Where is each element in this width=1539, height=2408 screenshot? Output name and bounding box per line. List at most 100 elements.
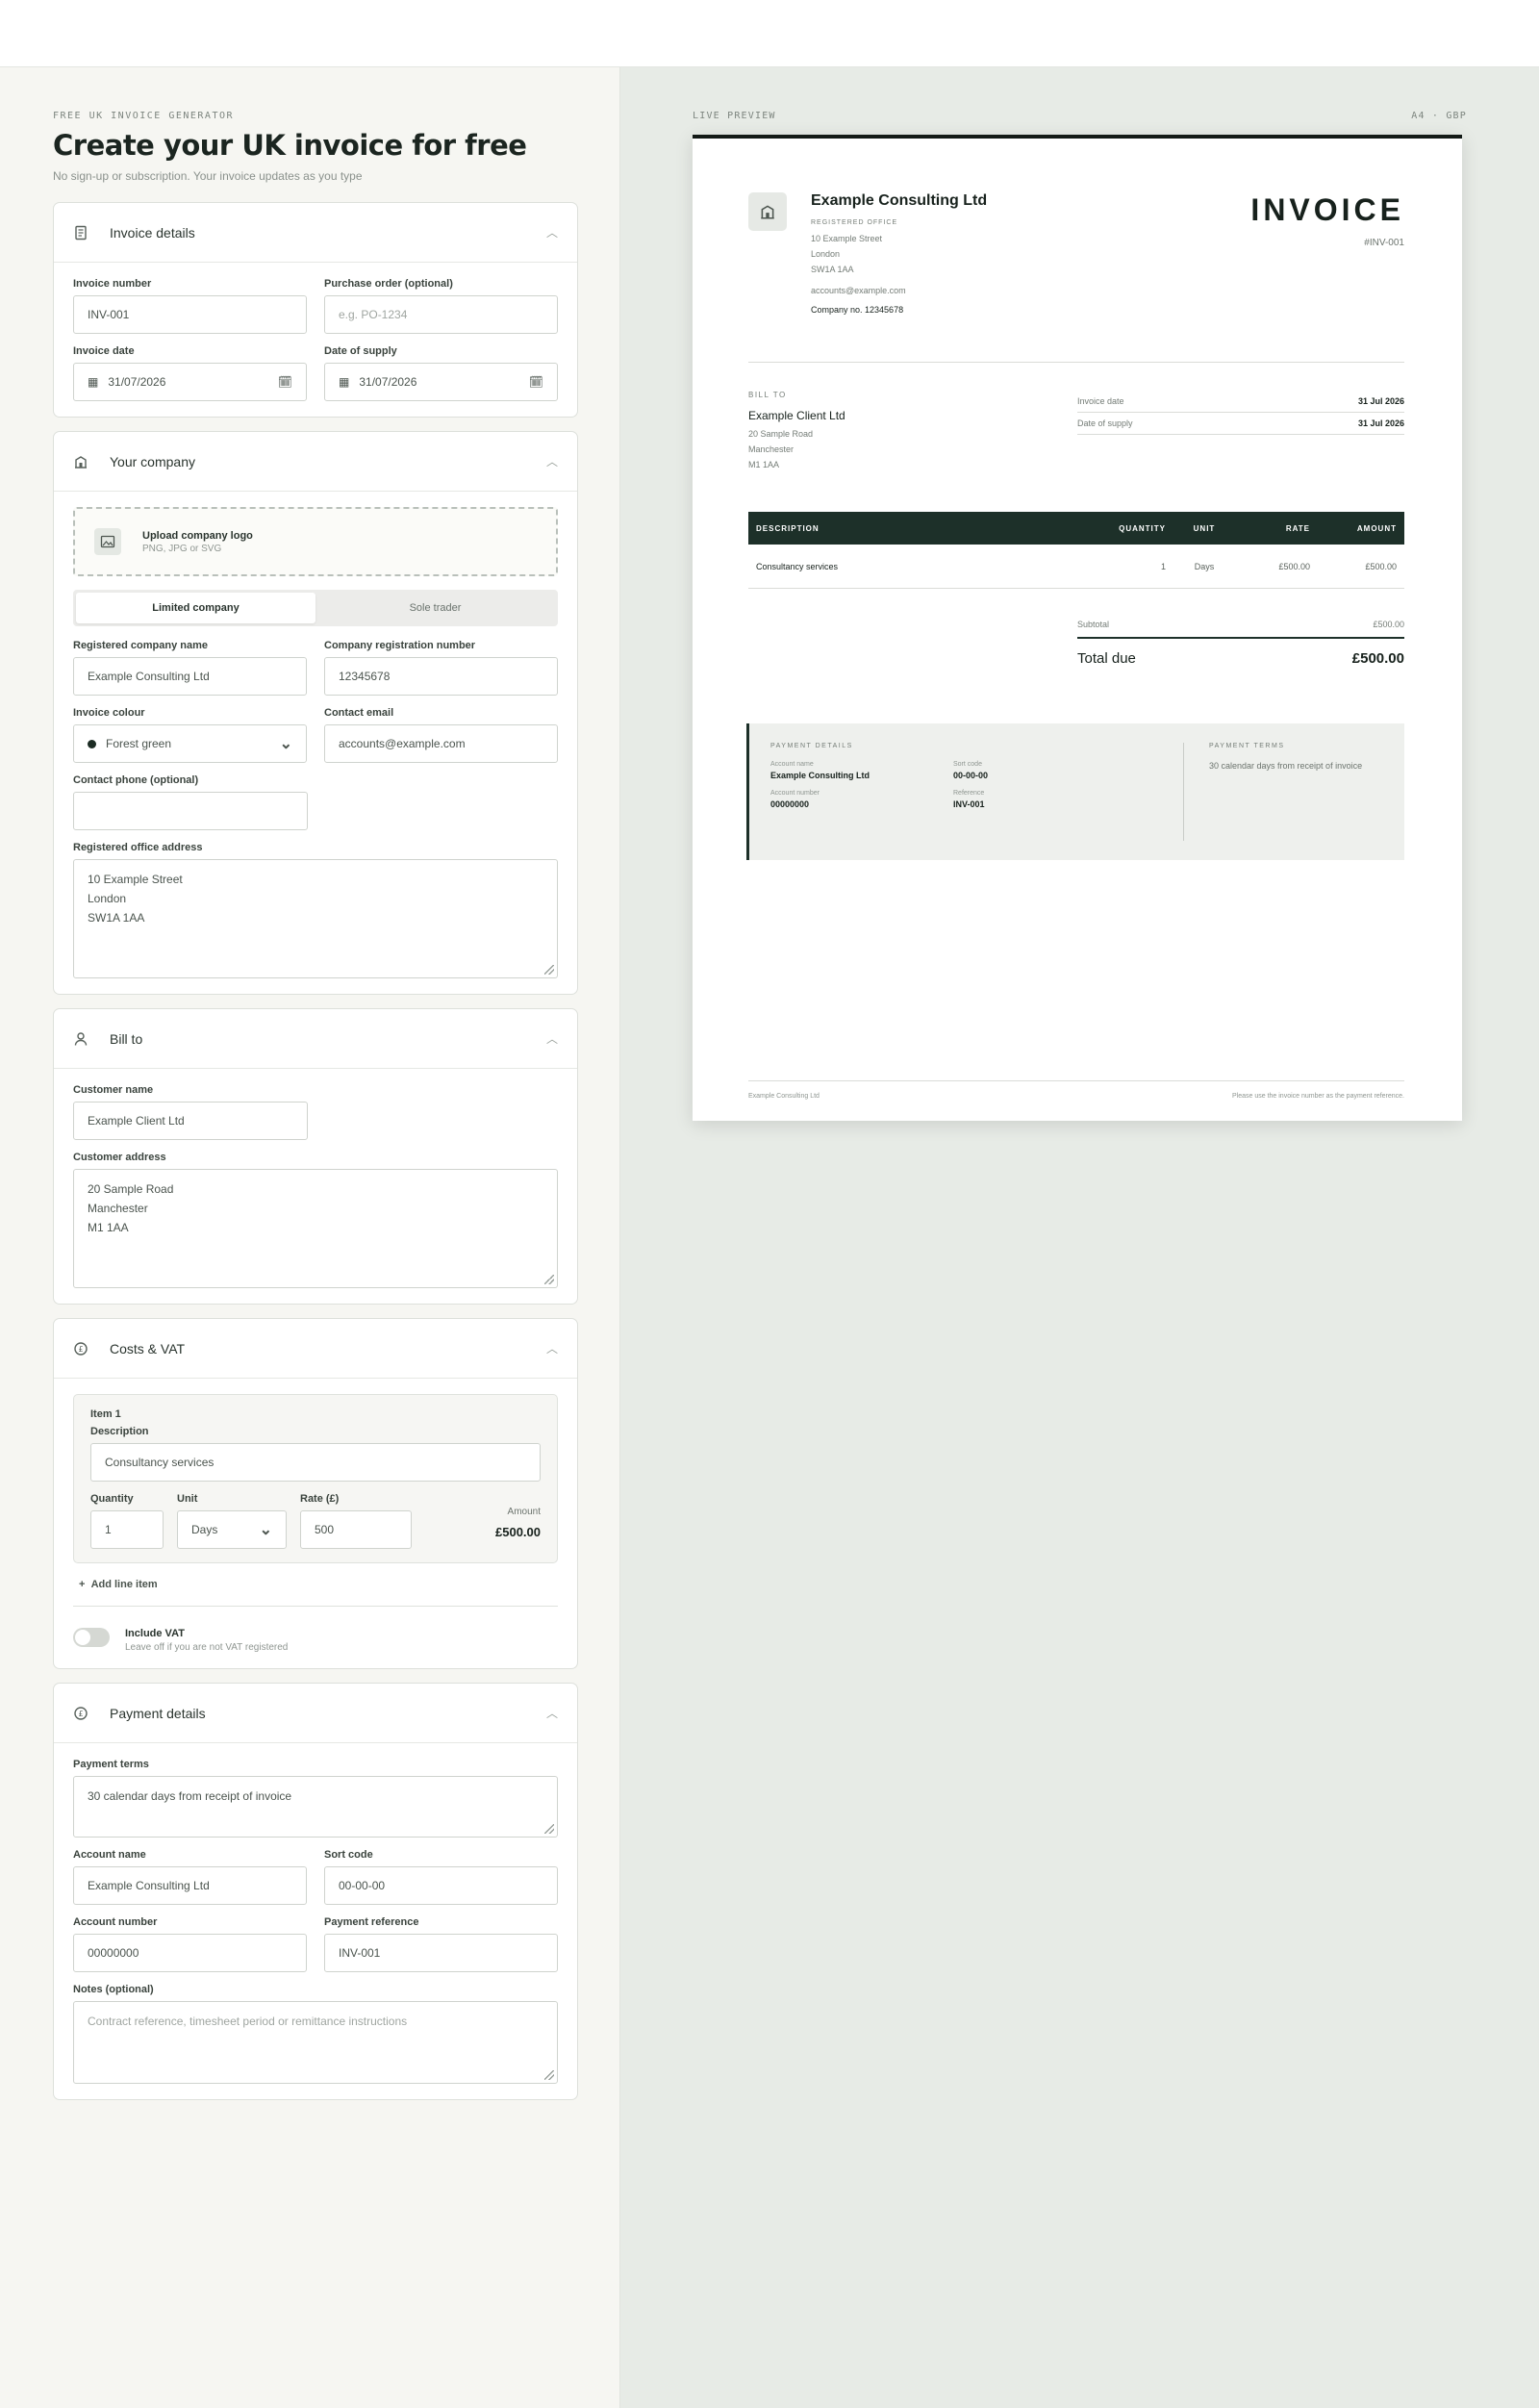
invoice-number-input[interactable]: INV-001 <box>73 295 307 334</box>
customer-address-textarea[interactable]: 20 Sample Road Manchester M1 1AA <box>73 1169 558 1288</box>
unit-select[interactable]: Days ⌄ <box>177 1510 287 1549</box>
company-name-label: Registered company name <box>73 640 208 651</box>
payment-reference-input[interactable]: INV-001 <box>324 1934 558 1972</box>
unit-value: Days <box>191 1523 218 1536</box>
logo-upload[interactable]: Upload company logo PNG, JPG or SVG <box>73 507 558 576</box>
invoice-details-header[interactable]: Invoice details ︿ <box>54 203 577 263</box>
payment-card: £ Payment details ︿ Payment terms 30 cal… <box>53 1683 578 2100</box>
customer-name-label: Customer name <box>73 1084 154 1096</box>
coin-icon: £ <box>73 1340 90 1357</box>
account-name-value: Example Consulting Ltd <box>88 1879 210 1892</box>
preview-label: LIVE PREVIEW <box>693 111 776 121</box>
reg-number-input[interactable]: 12345678 <box>324 657 558 696</box>
customer-address-label: Customer address <box>73 1152 166 1163</box>
date-picker-icon[interactable]: 🗓 <box>529 375 543 389</box>
company-header[interactable]: Your company ︿ <box>54 432 577 492</box>
reg-number-value: 12345678 <box>339 670 391 683</box>
chevron-down-icon: ⌄ <box>279 736 292 752</box>
account-number-input[interactable]: 00000000 <box>73 1934 307 1972</box>
preview-client-line: Manchester <box>748 444 795 454</box>
rate-input[interactable]: 500 <box>300 1510 412 1549</box>
preview-client-line: M1 1AA <box>748 460 780 469</box>
page-title: Create your UK invoice for free <box>53 129 527 162</box>
preview-client-line: 20 Sample Road <box>748 429 814 439</box>
pay-caption: PAYMENT DETAILS <box>770 743 853 749</box>
sort-code-value: 00-00-00 <box>339 1879 386 1892</box>
column-header: AMOUNT <box>1356 523 1397 533</box>
sort-code-input[interactable]: 00-00-00 <box>324 1866 558 1905</box>
quantity-input[interactable]: 1 <box>90 1510 164 1549</box>
invoice-date-input[interactable]: ▦ 31/07/2026 🗓 <box>73 363 307 401</box>
rate-label: Rate (£) <box>300 1493 340 1505</box>
chevron-up-icon[interactable]: ︿ <box>546 1030 558 1047</box>
preview-items-table: DESCRIPTION QUANTITY UNIT RATE AMOUNT Co… <box>748 512 1404 589</box>
email-label: Contact email <box>324 707 394 719</box>
invoice-preview: Example Consulting Ltd REGISTERED OFFICE… <box>693 135 1462 1121</box>
supply-date-input[interactable]: ▦ 31/07/2026 🗓 <box>324 363 558 401</box>
preview-office-caption: REGISTERED OFFICE <box>811 219 898 226</box>
top-bar <box>0 0 1539 67</box>
preview-address-line: 10 Example Street <box>811 234 883 243</box>
preview-number: #INV-001 <box>1364 238 1404 248</box>
unit-label: Unit <box>177 1493 198 1505</box>
date-picker-icon[interactable]: 🗓 <box>278 375 292 389</box>
preview-email: accounts@example.com <box>811 286 906 295</box>
email-value: accounts@example.com <box>339 737 466 750</box>
account-name-input[interactable]: Example Consulting Ltd <box>73 1866 307 1905</box>
phone-input[interactable] <box>73 792 308 830</box>
address-textarea[interactable]: 10 Example Street London SW1A 1AA <box>73 859 558 978</box>
pay-value: INV-001 <box>953 799 985 809</box>
address-label: Registered office address <box>73 842 203 853</box>
user-icon <box>73 1030 90 1048</box>
svg-text:£: £ <box>78 1710 83 1718</box>
add-line-button[interactable]: + Add line item <box>79 1579 558 1590</box>
pay-value: 00000000 <box>770 799 810 809</box>
preview-company-no: Company no. 12345678 <box>811 305 904 315</box>
terms-label: Payment terms <box>73 1759 149 1770</box>
preview-invoice-date-row: Invoice date 31 Jul 2026 <box>1077 391 1404 413</box>
option-sole-trader[interactable]: Sole trader <box>315 593 555 623</box>
pay-key: Reference <box>953 790 985 797</box>
calendar-icon: ▦ <box>88 375 99 389</box>
preview-date-label: Invoice date <box>1077 396 1124 406</box>
email-input[interactable]: accounts@example.com <box>324 724 558 763</box>
quantity-value: 1 <box>105 1523 112 1536</box>
svg-text:£: £ <box>78 1345 83 1354</box>
payment-header[interactable]: £ Payment details ︿ <box>54 1684 577 1743</box>
chevron-up-icon[interactable]: ︿ <box>546 1705 558 1721</box>
total-label: Total due <box>1077 650 1136 667</box>
chevron-up-icon[interactable]: ︿ <box>546 1340 558 1356</box>
preview-supply-date-row: Date of supply 31 Jul 2026 <box>1077 413 1404 435</box>
invoice-number-value: INV-001 <box>88 308 130 321</box>
form-panel: FREE UK INVOICE GENERATOR Create your UK… <box>0 67 620 2408</box>
po-label: Purchase order (optional) <box>324 278 453 290</box>
preview-heading: INVOICE <box>1250 192 1404 227</box>
table-cell: Consultancy services <box>756 561 839 571</box>
po-input[interactable]: e.g. PO-1234 <box>324 295 558 334</box>
terms-value: 30 calendar days from receipt of invoice <box>1209 761 1363 771</box>
invoice-details-card: Invoice details ︿ Invoice number INV-001… <box>53 202 578 418</box>
chevron-up-icon[interactable]: ︿ <box>546 453 558 469</box>
section-title: Bill to <box>110 1030 143 1047</box>
bill-to-header[interactable]: Bill to ︿ <box>54 1009 577 1069</box>
preview-total-row: Total due £500.00 <box>1077 637 1404 674</box>
calendar-icon: ▦ <box>339 375 350 389</box>
colour-swatch <box>88 739 96 748</box>
vat-toggle[interactable] <box>73 1628 110 1647</box>
option-limited-company[interactable]: Limited company <box>76 593 315 623</box>
amount-value: £500.00 <box>495 1525 541 1539</box>
notes-textarea[interactable]: Contract reference, timesheet period or … <box>73 2001 558 2084</box>
section-title: Costs & VAT <box>110 1340 186 1356</box>
customer-name-input[interactable]: Example Client Ltd <box>73 1102 308 1140</box>
description-input[interactable]: Consultancy services <box>90 1443 541 1482</box>
company-name-input[interactable]: Example Consulting Ltd <box>73 657 307 696</box>
plus-icon: + <box>79 1579 86 1590</box>
costs-header[interactable]: £ Costs & VAT ︿ <box>54 1319 577 1379</box>
preview-supply-value: 31 Jul 2026 <box>1357 418 1404 428</box>
chevron-up-icon[interactable]: ︿ <box>546 224 558 241</box>
table-cell: Days <box>1194 561 1215 571</box>
terms-textarea[interactable]: 30 calendar days from receipt of invoice <box>73 1776 558 1838</box>
pay-value: Example Consulting Ltd <box>770 771 870 780</box>
image-icon <box>94 528 121 555</box>
colour-select[interactable]: Forest green ⌄ <box>73 724 307 763</box>
